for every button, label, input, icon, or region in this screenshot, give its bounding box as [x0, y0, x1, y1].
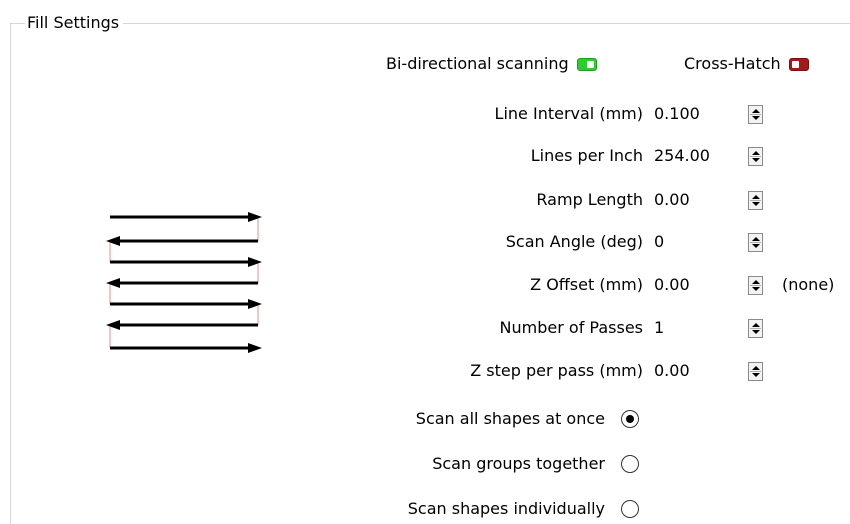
spinner-up-icon[interactable] — [752, 151, 760, 155]
z-offset-spinner[interactable] — [748, 276, 763, 295]
spinner-down-icon[interactable] — [752, 158, 760, 162]
field-row-ramp-length: Ramp Length — [300, 185, 850, 215]
bidirectional-toggle-row[interactable]: Bi-directional scanning — [386, 52, 597, 76]
spinner-down-icon[interactable] — [752, 330, 760, 334]
field-row-scan-angle: Scan Angle (deg) — [300, 227, 850, 257]
scan-lines — [110, 215, 258, 350]
spinner-down-icon[interactable] — [752, 116, 760, 120]
scan-angle-input[interactable] — [651, 230, 746, 254]
spinner-down-icon[interactable] — [752, 373, 760, 377]
scan-groups-together-label: Scan groups together — [432, 454, 605, 473]
line-interval-label: Line Interval (mm) — [494, 104, 643, 123]
number-of-passes-input[interactable] — [651, 316, 746, 340]
field-row-line-interval: Line Interval (mm) — [300, 99, 850, 129]
scan-angle-label: Scan Angle (deg) — [505, 232, 643, 251]
spinner-up-icon[interactable] — [752, 323, 760, 327]
line-interval-spinner[interactable] — [748, 105, 763, 124]
scan-all-at-once-radio[interactable] — [621, 410, 639, 428]
spinner-up-icon[interactable] — [752, 366, 760, 370]
number-of-passes-label: Number of Passes — [499, 318, 643, 337]
z-step-label: Z step per pass (mm) — [470, 361, 643, 380]
field-row-z-step: Z step per pass (mm) — [300, 356, 850, 386]
z-offset-label: Z Offset (mm) — [530, 275, 643, 294]
scan-angle-spinner[interactable] — [748, 233, 763, 252]
z-offset-input[interactable] — [651, 273, 746, 297]
crosshatch-toggle-row[interactable]: Cross-Hatch — [684, 52, 809, 76]
bidirectional-toggle[interactable] — [576, 57, 597, 71]
bidirectional-scan-arrows-icon — [106, 212, 262, 353]
lines-per-inch-input[interactable] — [651, 144, 746, 168]
number-of-passes-spinner[interactable] — [748, 319, 763, 338]
field-row-lines-per-inch: Lines per Inch — [300, 141, 850, 171]
fill-settings-panel: Fill Settings Bi-directional scanning Cr… — [0, 0, 850, 524]
scan-all-at-once-label: Scan all shapes at once — [415, 409, 605, 428]
spinner-up-icon[interactable] — [752, 237, 760, 241]
lines-per-inch-label: Lines per Inch — [530, 146, 643, 165]
spinner-down-icon[interactable] — [752, 244, 760, 248]
group-title: Fill Settings — [25, 12, 124, 34]
scan-shapes-individually-label: Scan shapes individually — [407, 499, 605, 518]
z-offset-suffix: (none) — [782, 275, 835, 294]
z-step-spinner[interactable] — [748, 362, 763, 381]
spinner-up-icon[interactable] — [752, 280, 760, 284]
field-row-z-offset: Z Offset (mm) (none) — [300, 270, 850, 300]
radio-scan-shapes-individually[interactable]: Scan shapes individually — [300, 494, 650, 524]
z-step-input[interactable] — [651, 359, 746, 383]
lines-per-inch-spinner[interactable] — [748, 147, 763, 166]
line-interval-input[interactable] — [651, 102, 746, 126]
scan-groups-together-radio[interactable] — [621, 455, 639, 473]
field-row-number-of-passes: Number of Passes — [300, 313, 850, 343]
spinner-up-icon[interactable] — [752, 195, 760, 199]
radio-scan-groups-together[interactable]: Scan groups together — [300, 449, 650, 479]
crosshatch-toggle[interactable] — [788, 57, 809, 71]
ramp-length-spinner[interactable] — [748, 191, 763, 210]
crosshatch-label: Cross-Hatch — [684, 54, 781, 73]
spinner-up-icon[interactable] — [752, 109, 760, 113]
bidirectional-label: Bi-directional scanning — [386, 54, 569, 73]
spinner-down-icon[interactable] — [752, 287, 760, 291]
radio-scan-all-at-once[interactable]: Scan all shapes at once — [300, 404, 650, 434]
ramp-length-input[interactable] — [651, 188, 746, 212]
ramp-length-label: Ramp Length — [536, 190, 643, 209]
scan-shapes-individually-radio[interactable] — [621, 500, 639, 518]
spinner-down-icon[interactable] — [752, 202, 760, 206]
